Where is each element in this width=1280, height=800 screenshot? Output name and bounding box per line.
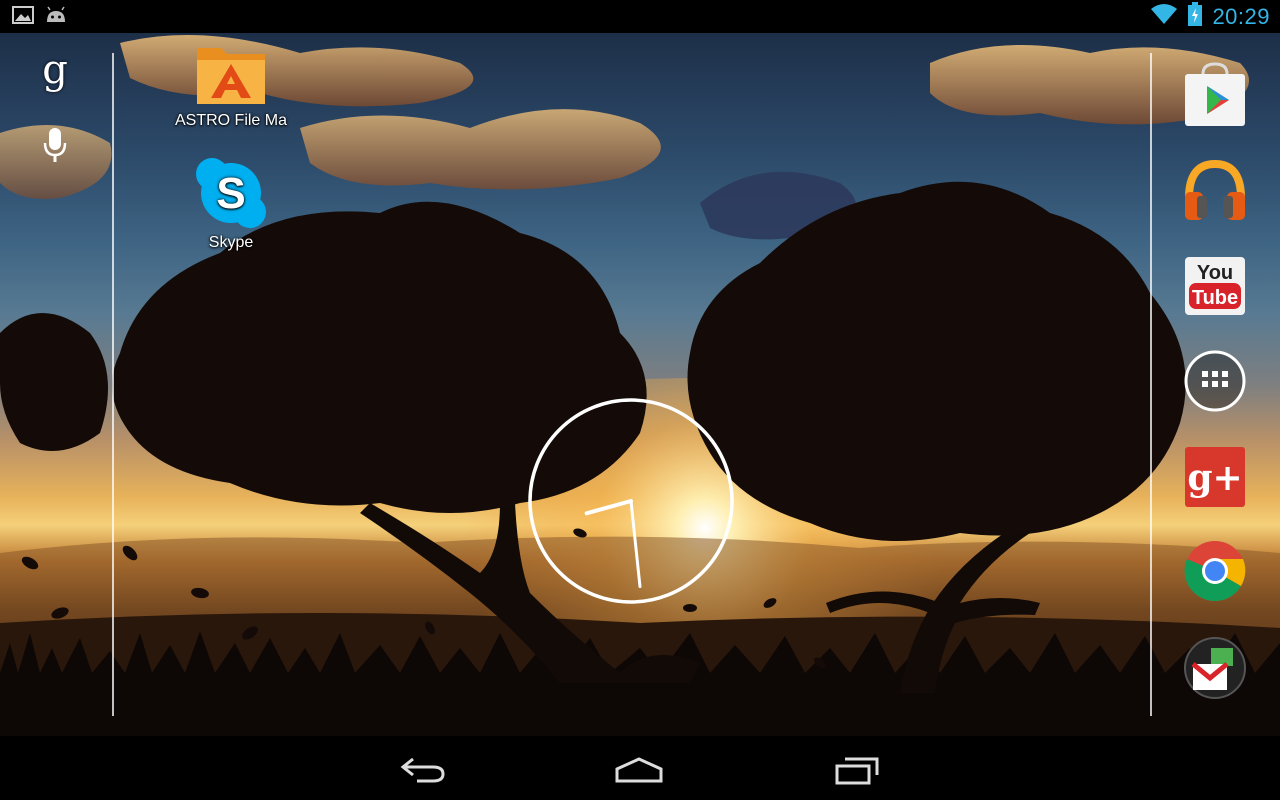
dock-gmail-folder[interactable]: [1183, 636, 1247, 700]
dock-play-music[interactable]: [1183, 158, 1247, 222]
shortcut-skype[interactable]: S Skype: [166, 156, 296, 252]
gmail-folder-icon: [1184, 637, 1246, 699]
apps-grid-icon: [1184, 350, 1246, 412]
shortcut-label: Skype: [208, 234, 254, 251]
chrome-icon: [1184, 541, 1246, 602]
android-debug-icon: [44, 6, 68, 29]
dock-play-store[interactable]: [1183, 62, 1247, 126]
dock-youtube[interactable]: You Tube: [1183, 255, 1247, 319]
skype-icon: S: [194, 156, 268, 230]
recents-icon: [835, 757, 879, 785]
navigation-bar: [0, 736, 1280, 800]
wifi-icon: [1150, 3, 1178, 30]
home-icon: [615, 757, 663, 783]
svg-text:Tube: Tube: [1192, 287, 1238, 309]
app-drawer-button[interactable]: [1183, 349, 1247, 413]
play-store-icon: [1185, 62, 1245, 126]
analog-clock-widget[interactable]: [527, 397, 735, 605]
svg-text:g+: g+: [1187, 457, 1242, 499]
shortcut-astro-file-manager[interactable]: ASTRO File Ma: [166, 38, 296, 130]
google-search-icon[interactable]: g: [38, 47, 72, 93]
youtube-icon: You Tube: [1185, 257, 1245, 315]
svg-text:You: You: [1197, 262, 1233, 284]
dock-google-plus[interactable]: g+: [1183, 445, 1247, 509]
google-plus-icon: g+: [1185, 447, 1245, 507]
battery-icon: [1188, 2, 1203, 31]
back-button[interactable]: [388, 750, 458, 790]
microphone-icon[interactable]: [38, 125, 72, 165]
home-button[interactable]: [604, 750, 674, 790]
status-bar: 20:29: [0, 0, 1280, 33]
wallpaper: [0, 33, 1280, 736]
google-search-bar[interactable]: g: [0, 33, 112, 716]
dock-chrome[interactable]: [1183, 539, 1247, 603]
gallery-icon: [12, 6, 34, 29]
clock-face: [528, 398, 734, 604]
wallpaper-scene: [0, 35, 1280, 736]
shortcut-label: ASTRO File Ma: [174, 112, 287, 129]
svg-text:S: S: [216, 169, 245, 218]
folder-astro-icon: [193, 38, 269, 108]
clock-hour-hand: [584, 499, 633, 516]
recents-button[interactable]: [822, 750, 892, 790]
status-clock: 20:29: [1212, 3, 1270, 29]
headphones-icon: [1185, 159, 1245, 220]
clock-minute-hand: [629, 499, 642, 589]
left-divider: [112, 53, 114, 716]
right-divider: [1150, 53, 1152, 716]
back-icon: [400, 757, 445, 783]
